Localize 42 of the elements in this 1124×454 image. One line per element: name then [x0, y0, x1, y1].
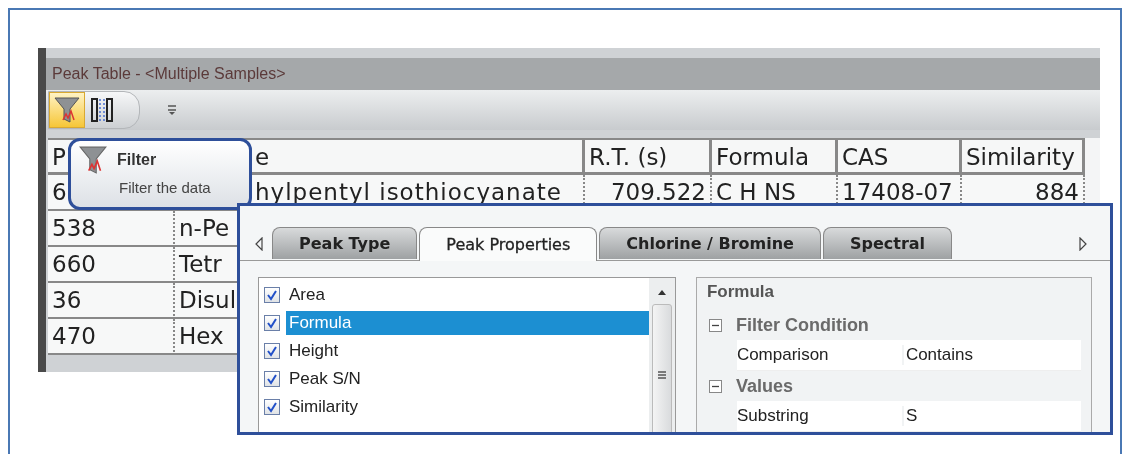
checkbox[interactable] [264, 287, 280, 303]
checkbox[interactable] [264, 371, 280, 387]
tab[interactable]: Chlorine / Bromine [599, 227, 821, 259]
checkbox[interactable] [264, 315, 280, 331]
tab[interactable]: Peak Properties [419, 227, 598, 261]
column-header[interactable]: R.T. (s) [585, 138, 712, 175]
grip-icon [656, 370, 667, 380]
table-cell: 538 [48, 211, 175, 247]
list-item[interactable]: Formula [286, 311, 649, 335]
filter-button[interactable] [49, 92, 85, 128]
window-title: Peak Table - <Multiple Samples> [52, 65, 286, 83]
scrollbar[interactable] [648, 278, 675, 432]
columns-icon [90, 96, 116, 124]
property-grid-title: Formula [706, 282, 775, 303]
list-item[interactable]: Similarity [286, 395, 649, 419]
group-label: Filter Condition [735, 314, 869, 336]
property-value[interactable]: Contains [901, 345, 1081, 365]
table-cell: 470 [48, 319, 175, 355]
table-cell: 660 [48, 247, 175, 283]
funnel-icon [79, 145, 107, 175]
list-item[interactable]: Peak S/N [286, 367, 649, 391]
overflow-icon[interactable] [166, 104, 178, 116]
tab[interactable]: Spectral [822, 227, 953, 259]
property-value[interactable]: S [901, 406, 1081, 426]
scrollbar-thumb[interactable] [651, 304, 672, 432]
collapse-icon[interactable] [708, 379, 722, 393]
property-name: Comparison [736, 345, 830, 365]
tab[interactable]: Peak Type [272, 227, 418, 259]
funnel-icon [54, 96, 80, 124]
collapse-icon[interactable] [708, 318, 722, 332]
checkbox[interactable] [264, 343, 280, 359]
column-header[interactable]: Formula [712, 138, 838, 175]
column-header[interactable]: Similarity [962, 138, 1085, 175]
column-header[interactable]: CAS [838, 138, 962, 175]
property-name: Substring [736, 406, 810, 426]
scroll-left-icon[interactable] [254, 237, 264, 251]
table-cell: 36 [48, 283, 175, 319]
group-label: Values [735, 375, 793, 397]
tooltip-title: Filter [117, 151, 157, 169]
checkbox[interactable] [264, 399, 280, 415]
scroll-up-icon[interactable] [656, 288, 667, 296]
scroll-right-icon[interactable] [1078, 237, 1088, 251]
